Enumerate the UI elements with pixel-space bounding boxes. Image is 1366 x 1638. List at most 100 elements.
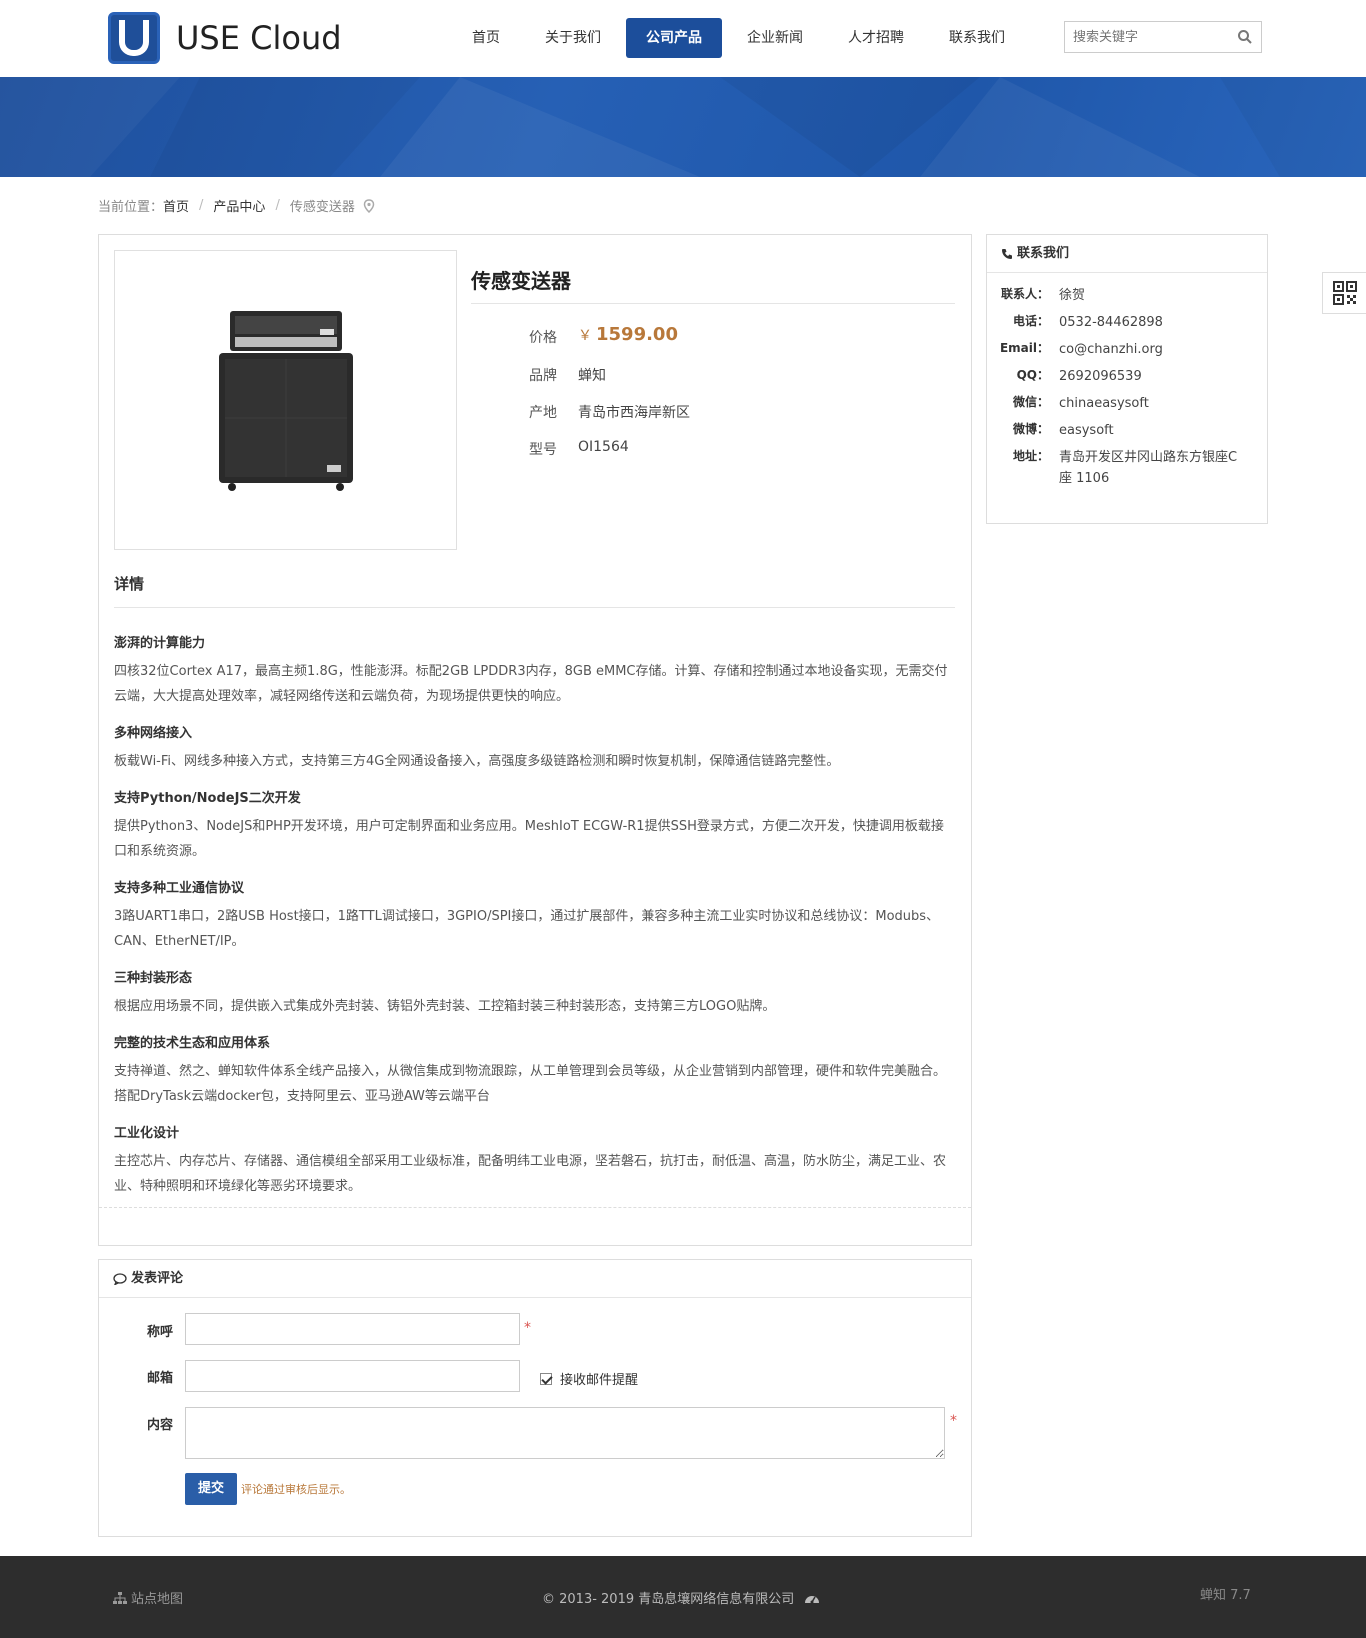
contact-row-phone: 电话： 0532-84462898 [987, 312, 1269, 333]
section-text: 3路UART1串口，2路USB Host接口，1路TTL调试接口，3GPIO/S… [114, 909, 940, 949]
name-label: 称呼 [147, 1325, 174, 1340]
name-input[interactable] [185, 1313, 520, 1345]
contact-key: 电话： [1012, 314, 1049, 328]
section-text: 板载Wi-Fi、网线多种接入方式，支持第三方4G全网通设备接入，高强度多级链路检… [114, 754, 840, 769]
section-heading: 澎湃的计算能力 [114, 636, 206, 651]
contact-value[interactable]: co@chanzhi.org [1049, 339, 1249, 360]
origin-value: 青岛市西海岸新区 [578, 405, 690, 421]
product-panel: 传感变送器 价格 ￥ 1599.00 品牌 蝉知 产地 青岛市西海岸新区 型号 O… [98, 234, 972, 1246]
nav-jobs[interactable]: 人才招聘 [828, 18, 924, 58]
detail-heading: 详情 [114, 575, 145, 593]
brand-label: 品牌 [529, 368, 557, 384]
detail-content: 澎湃的计算能力 四核32位Cortex A17，最高主频1.8G，性能澎湃。标配… [114, 619, 955, 1199]
nav-contact[interactable]: 联系我们 [929, 18, 1025, 58]
content-textarea[interactable] [185, 1407, 945, 1459]
divider [99, 1207, 971, 1208]
section-heading: 支持多种工业通信协议 [114, 881, 245, 896]
contact-value: 青岛开发区井冈山路东方银座C座 1106 [1059, 450, 1238, 486]
sitemap-link[interactable]: 站点地图 [113, 1588, 183, 1607]
comment-title: 发表评论 [131, 1270, 184, 1286]
section-text: 根据应用场景不同，提供嵌入式集成外壳封装、铸铝外壳封装、工控箱封装三种封装形态，… [114, 999, 776, 1014]
phone-icon [1002, 248, 1012, 259]
brand-value: 蝉知 [578, 368, 606, 384]
contact-row-qq: QQ： 2692096539 [987, 366, 1269, 387]
search-box [1064, 21, 1262, 53]
contact-row-weibo: 微博： easysoft [987, 420, 1269, 441]
model-label: 型号 [529, 442, 557, 458]
contact-value: easysoft [1059, 423, 1114, 438]
breadcrumb-home[interactable]: 首页 [163, 196, 189, 215]
qr-code-icon [1332, 281, 1357, 305]
contact-row-address: 地址： 青岛开发区井冈山路东方银座C座 1106 [987, 447, 1269, 489]
sitemap-icon [113, 1591, 127, 1604]
contact-value: 2692096539 [1059, 369, 1142, 384]
contact-panel: 联系我们 联系人： 徐贺 电话： 0532-84462898 Email： co… [986, 234, 1268, 524]
contact-value: 徐贺 [1059, 288, 1086, 303]
review-hint: 评论通过审核后显示。 [241, 1483, 351, 1496]
content-label: 内容 [147, 1418, 174, 1433]
logo-icon[interactable] [108, 12, 160, 64]
divider [471, 303, 955, 304]
contact-header: 联系我们 [987, 235, 1267, 273]
site-header: USE Cloud 首页 关于我们 公司产品 企业新闻 人才招聘 联系我们 [0, 0, 1366, 77]
qr-code-button[interactable] [1322, 272, 1366, 314]
spec-model: 型号 OI1564 [529, 439, 629, 459]
search-icon[interactable] [1237, 29, 1253, 45]
currency-symbol: ￥ [578, 328, 592, 344]
price-amount: 1599.00 [596, 324, 678, 345]
breadcrumb-current: 传感变送器 [289, 200, 355, 215]
contact-key: 微信： [1012, 395, 1049, 409]
section-text: 提供Python3、NodeJS和PHP开发环境，用户可定制界面和业务应用。Me… [114, 819, 944, 859]
breadcrumb-separator: / [199, 198, 204, 213]
nav-news[interactable]: 企业新闻 [727, 18, 823, 58]
required-mark: * [950, 1413, 957, 1429]
comment-header: 发表评论 [99, 1260, 971, 1298]
main-nav: 首页 关于我们 公司产品 企业新闻 人才招聘 联系我们 [452, 18, 1030, 58]
site-footer: 站点地图 © 2013- 2019 青岛息壤网络信息有限公司 蝉知 7.7 [0, 1556, 1366, 1638]
origin-label: 产地 [529, 405, 557, 421]
breadcrumb-separator: / [275, 198, 280, 213]
contact-row-person: 联系人： 徐贺 [987, 285, 1269, 306]
spec-price: 价格 ￥ 1599.00 [529, 324, 678, 347]
contact-key: 微博： [1012, 422, 1049, 436]
contact-row-email: Email： co@chanzhi.org [987, 339, 1269, 360]
page-banner [0, 77, 1366, 177]
contact-key: 联系人： [1000, 287, 1049, 301]
powered-by[interactable]: 蝉知 7.7 [1200, 1584, 1251, 1603]
submit-button[interactable]: 提交 [185, 1473, 237, 1505]
spec-origin: 产地 青岛市西海岸新区 [529, 402, 690, 422]
section-text: 支持禅道、然之、蝉知软件体系全线产品接入，从微信集成到物流跟踪，从工单管理到会员… [114, 1064, 947, 1104]
divider [114, 607, 955, 608]
price-value: ￥ 1599.00 [578, 324, 678, 345]
copyright: © 2013- 2019 青岛息壤网络信息有限公司 [542, 1588, 820, 1607]
section-heading: 三种封装形态 [114, 971, 193, 986]
section-heading: 支持Python/NodeJS二次开发 [114, 791, 301, 806]
contact-row-wechat: 微信： chinaeasysoft [987, 393, 1269, 414]
breadcrumb-category[interactable]: 产品中心 [213, 196, 265, 215]
product-image[interactable] [114, 250, 457, 550]
contact-key: QQ： [1016, 368, 1049, 382]
contact-key: Email： [999, 341, 1049, 355]
email-notify-checkbox[interactable]: 接收邮件提醒 [540, 1369, 638, 1388]
copyright-text: © 2013- 2019 青岛息壤网络信息有限公司 [542, 1592, 795, 1607]
checkbox-checked[interactable] [540, 1372, 552, 1385]
nav-products[interactable]: 公司产品 [626, 18, 722, 58]
nav-about[interactable]: 关于我们 [525, 18, 621, 58]
nav-home[interactable]: 首页 [452, 18, 520, 58]
brand-name[interactable]: USE Cloud [176, 18, 342, 58]
comment-panel: 发表评论 称呼 * 邮箱 接收邮件提醒 内容 * 提交 评论通过审核后显示。 [98, 1259, 972, 1537]
dashboard-icon[interactable] [804, 1592, 820, 1604]
section-text: 主控芯片、内存芯片、存储器、通信模组全部采用工业级标准，配备明纬工业电源，坚若磐… [114, 1154, 947, 1194]
spec-brand: 品牌 蝉知 [529, 365, 606, 385]
breadcrumb-prefix: 当前位置： [98, 200, 164, 215]
contact-title: 联系我们 [1017, 245, 1070, 261]
search-input[interactable] [1065, 22, 1225, 52]
model-value: OI1564 [578, 439, 629, 455]
breadcrumb: 当前位置： 首页 / 产品中心 / 传感变送器 [98, 196, 375, 215]
comment-icon [113, 1272, 127, 1285]
email-input[interactable] [185, 1360, 520, 1392]
section-text: 四核32位Cortex A17，最高主频1.8G，性能澎湃。标配2GB LPDD… [114, 664, 948, 704]
section-heading: 多种网络接入 [114, 726, 193, 741]
amplifier-image [219, 311, 353, 491]
price-label: 价格 [529, 330, 557, 346]
